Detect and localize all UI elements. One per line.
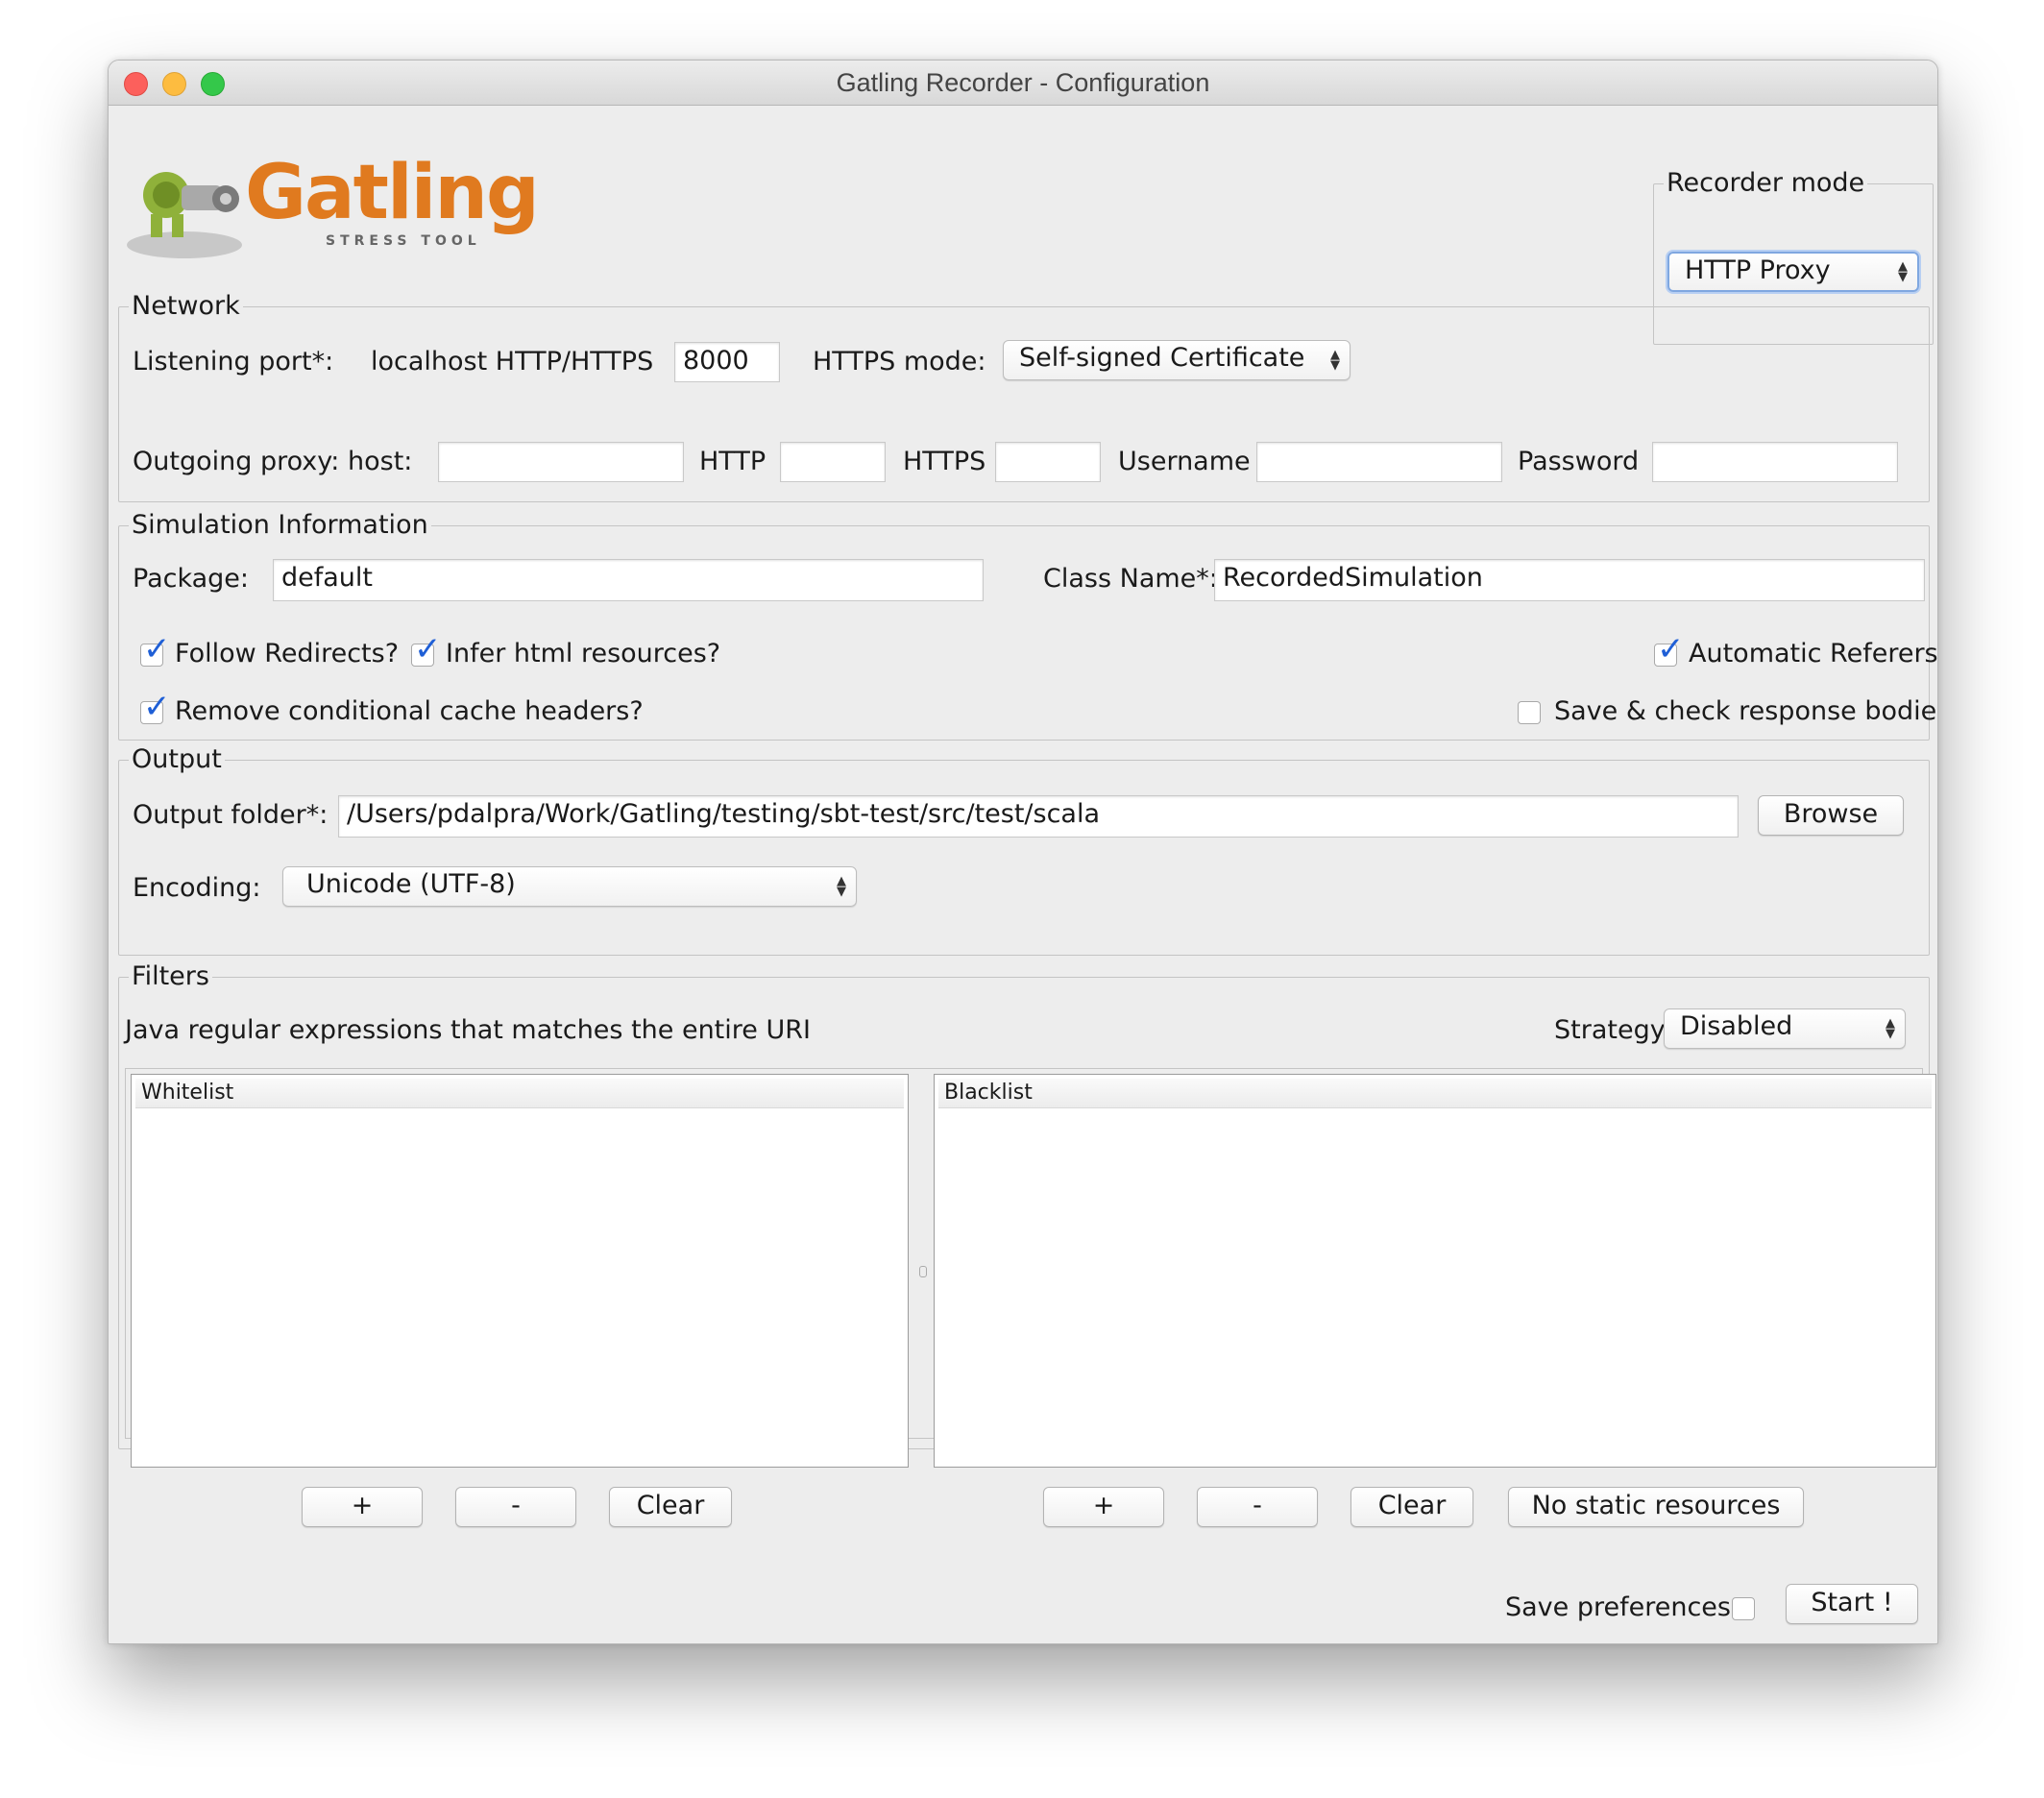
proxy-password-label: Password — [1518, 447, 1640, 476]
https-mode-value: Self-signed Certificate — [1019, 343, 1305, 373]
proxy-host-label: host: — [348, 447, 413, 476]
filters-legend: Filters — [129, 962, 212, 991]
updown-arrows-icon: ▲ ▼ — [1330, 348, 1340, 373]
outgoing-proxy-label: Outgoing proxy: — [133, 447, 340, 476]
save-preferences-label: Save preferences — [1505, 1592, 1731, 1622]
checkmark-icon: ✓ — [143, 688, 171, 726]
localhost-label: localhost HTTP/HTTPS — [371, 347, 654, 377]
checkmark-icon: ✓ — [143, 630, 171, 668]
logo-tagline: STRESS TOOL — [326, 233, 481, 249]
filters-group: Filters Java regular expressions that ma… — [118, 962, 1936, 1527]
simulation-info-group: Simulation Information Package: default … — [118, 511, 1937, 741]
strategy-value: Disabled — [1680, 1011, 1793, 1041]
proxy-host-input[interactable] — [438, 442, 684, 482]
output-legend: Output — [129, 745, 225, 774]
save-bodies-label: Save & check response bodies? — [1554, 696, 1938, 726]
follow-redirects-label: Follow Redirects? — [175, 639, 400, 668]
recorder-mode-legend: Recorder mode — [1664, 169, 1868, 198]
browse-button[interactable]: Browse — [1758, 795, 1904, 836]
proxy-username-label: Username — [1118, 447, 1251, 476]
automatic-referers-label: Automatic Referers? — [1689, 639, 1938, 668]
blacklist-add-button[interactable]: + — [1043, 1487, 1164, 1527]
proxy-https-port-input[interactable] — [995, 442, 1101, 482]
checkmark-icon: ✓ — [1657, 630, 1685, 668]
infer-html-checkbox[interactable]: ✓ — [411, 633, 442, 667]
proxy-http-port-input[interactable] — [780, 442, 886, 482]
remove-cache-headers-checkbox[interactable]: ✓ — [140, 691, 171, 724]
updown-arrows-icon: ▲ ▼ — [1898, 259, 1908, 284]
logo-wordmark: Gatling — [245, 150, 540, 236]
blacklist-remove-button[interactable]: - — [1197, 1487, 1318, 1527]
follow-redirects-checkbox[interactable]: ✓ — [140, 633, 171, 667]
proxy-password-input[interactable] — [1652, 442, 1898, 482]
output-folder-input[interactable]: /Users/pdalpra/Work/Gatling/testing/sbt-… — [338, 795, 1739, 838]
proxy-https-label: HTTPS — [903, 447, 986, 476]
whitelist-remove-button[interactable]: - — [455, 1487, 576, 1527]
listening-port-input[interactable]: 8000 — [674, 342, 780, 382]
recorder-mode-value: HTTP Proxy — [1685, 255, 1831, 285]
gatling-logo: Gatling STRESS TOOL — [109, 105, 540, 278]
https-mode-label: HTTPS mode: — [813, 347, 986, 377]
infer-html-label: Infer html resources? — [446, 639, 721, 668]
remove-cache-headers-label: Remove conditional cache headers? — [175, 696, 644, 726]
divider-grip-icon — [919, 1266, 927, 1277]
blacklist-table[interactable]: Blacklist — [934, 1074, 1936, 1468]
title-bar[interactable]: Gatling Recorder - Configuration — [109, 61, 1937, 106]
output-group: Output Output folder*: /Users/pdalpra/Wo… — [118, 745, 1930, 956]
whitelist-clear-button[interactable]: Clear — [609, 1487, 732, 1527]
encoding-label: Encoding: — [133, 873, 261, 903]
blacklist-clear-button[interactable]: Clear — [1350, 1487, 1473, 1527]
blacklist-header: Blacklist — [938, 1079, 1932, 1108]
output-folder-label: Output folder*: — [133, 800, 328, 830]
updown-arrows-icon: ▲ ▼ — [837, 874, 846, 899]
package-input[interactable]: default — [273, 559, 984, 601]
window-title: Gatling Recorder - Configuration — [836, 68, 1210, 97]
updown-arrows-icon: ▲ ▼ — [1886, 1016, 1895, 1041]
whitelist-add-button[interactable]: + — [302, 1487, 423, 1527]
listening-port-label: Listening port*: — [133, 347, 334, 377]
class-name-label: Class Name*: — [1043, 564, 1218, 594]
package-label: Package: — [133, 564, 250, 594]
network-legend: Network — [129, 292, 243, 321]
start-button[interactable]: Start ! — [1786, 1584, 1918, 1624]
network-group: Network Listening port*: localhost HTTP/… — [118, 292, 1930, 502]
filters-description: Java regular expressions that matches th… — [125, 1015, 811, 1045]
automatic-referers-checkbox[interactable]: ✓ — [1654, 633, 1685, 667]
split-divider-handle[interactable] — [914, 1074, 930, 1468]
whitelist-table[interactable]: Whitelist — [131, 1074, 909, 1468]
proxy-http-label: HTTP — [699, 447, 766, 476]
encoding-select[interactable]: Unicode (UTF-8) ▲ ▼ — [282, 866, 857, 907]
whitelist-header: Whitelist — [135, 1079, 904, 1108]
no-static-resources-button[interactable]: No static resources — [1508, 1487, 1804, 1527]
recorder-window: Gatling Recorder - Configuration Gatling… — [108, 60, 1938, 1644]
gatling-mascot-icon — [127, 172, 242, 258]
strategy-select[interactable]: Disabled ▲ ▼ — [1664, 1008, 1906, 1049]
simulation-info-legend: Simulation Information — [129, 511, 431, 540]
encoding-value: Unicode (UTF-8) — [306, 869, 516, 899]
checkmark-icon: ✓ — [414, 630, 442, 668]
https-mode-select[interactable]: Self-signed Certificate ▲ ▼ — [1003, 340, 1350, 380]
recorder-mode-select[interactable]: HTTP Proxy ▲ ▼ — [1667, 252, 1919, 292]
proxy-username-input[interactable] — [1256, 442, 1502, 482]
strategy-label: Strategy — [1554, 1015, 1666, 1045]
save-bodies-checkbox[interactable] — [1518, 701, 1541, 724]
class-name-input[interactable]: RecordedSimulation — [1214, 559, 1925, 601]
save-preferences-checkbox[interactable] — [1732, 1597, 1755, 1620]
